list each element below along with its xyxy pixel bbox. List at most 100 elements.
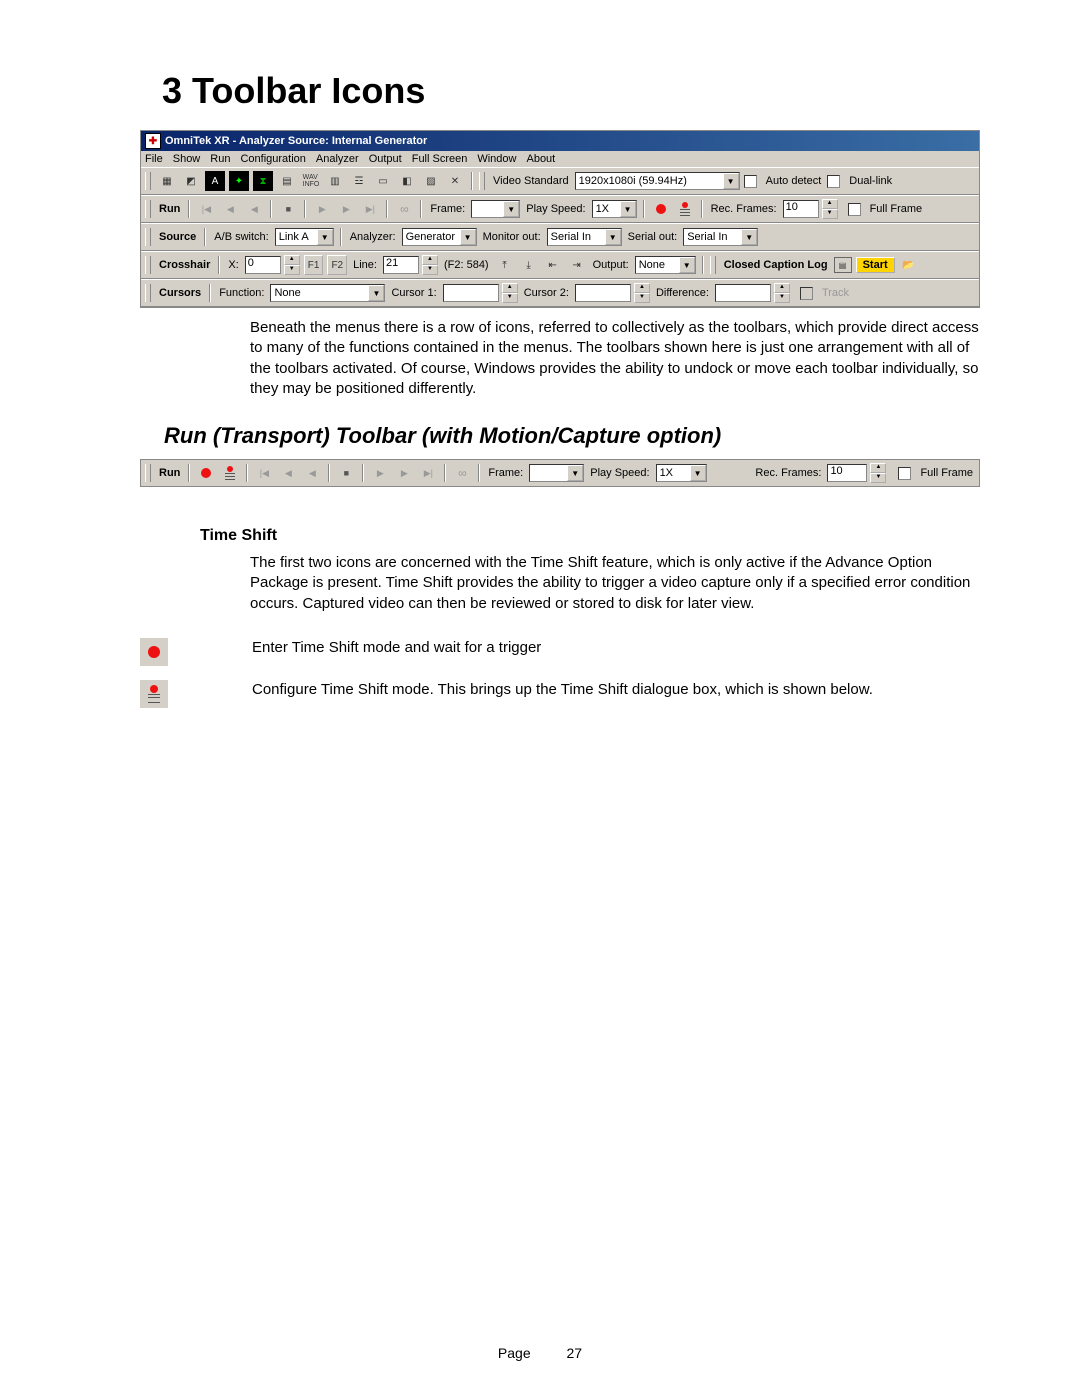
f2-button[interactable]: F2 [327, 255, 347, 275]
goto-start-icon[interactable] [254, 463, 274, 483]
tool-icon[interactable]: A [205, 171, 225, 191]
f1-button[interactable]: F1 [304, 255, 324, 275]
play-reverse-icon[interactable] [244, 199, 264, 219]
x-field[interactable]: 0 [245, 256, 281, 274]
frame-combo[interactable]: ▼ [471, 200, 520, 218]
paragraph-timeshift: The first two icons are concerned with t… [250, 553, 980, 614]
rec-frames-spinner[interactable]: ▲▼ [870, 463, 886, 483]
tool-icon[interactable]: ▥ [325, 171, 345, 191]
video-standard-combo[interactable]: 1920x1080i (59.94Hz)▼ [575, 172, 740, 190]
timeshift-config-icon[interactable] [675, 199, 695, 219]
x-label: X: [226, 259, 240, 271]
rec-frames-spinner[interactable]: ▲▼ [822, 199, 838, 219]
arrow-icon[interactable]: ⤒ [495, 255, 515, 275]
stop-icon[interactable] [336, 463, 356, 483]
monitor-out-combo[interactable]: Serial In▼ [547, 228, 622, 246]
chapter-heading: 3 Toolbar Icons [162, 70, 980, 112]
timeshift-config-icon[interactable] [220, 463, 240, 483]
cc-config-icon[interactable]: ▤ [834, 257, 852, 273]
x-spinner[interactable]: ▲▼ [284, 255, 300, 275]
stop-icon[interactable] [278, 199, 298, 219]
menu-file[interactable]: File [145, 153, 163, 165]
difference-field[interactable] [715, 284, 771, 302]
tool-icon[interactable]: ▭ [373, 171, 393, 191]
goto-start-icon[interactable] [196, 199, 216, 219]
source-toolbar: Source A/B switch: Link A▼ Analyzer: Gen… [141, 223, 979, 251]
full-frame-checkbox[interactable] [898, 467, 911, 480]
line-spinner[interactable]: ▲▼ [422, 255, 438, 275]
arrow-icon[interactable]: ⇥ [567, 255, 587, 275]
goto-end-icon[interactable] [418, 463, 438, 483]
tool-icon[interactable]: ▨ [421, 171, 441, 191]
tool-icon[interactable]: ▦ [157, 171, 177, 191]
step-back-icon[interactable] [278, 463, 298, 483]
menu-analyzer[interactable]: Analyzer [316, 153, 359, 165]
rec-frames-field[interactable]: 10 [783, 200, 819, 218]
arrow-icon[interactable]: ⇤ [543, 255, 563, 275]
app-screenshot: ✚ OmniTek XR - Analyzer Source: Internal… [140, 130, 980, 308]
grip-icon[interactable] [145, 200, 151, 218]
start-button[interactable]: Start [856, 257, 895, 273]
tool-icon[interactable]: ▤ [277, 171, 297, 191]
source-label: Source [157, 231, 198, 243]
step-back-icon[interactable] [220, 199, 240, 219]
play-icon[interactable] [312, 199, 332, 219]
line-field[interactable]: 21 [383, 256, 419, 274]
serial-out-combo[interactable]: Serial In▼ [683, 228, 758, 246]
menu-about[interactable]: About [526, 153, 555, 165]
play-speed-combo[interactable]: 1X▼ [656, 464, 707, 482]
grip-icon[interactable] [145, 256, 151, 274]
loop-icon[interactable] [452, 463, 472, 483]
grip-icon[interactable] [145, 284, 151, 302]
rec-frames-field[interactable]: 10 [827, 464, 867, 482]
grip-icon[interactable] [145, 464, 151, 482]
loop-icon[interactable] [394, 199, 414, 219]
track-checkbox[interactable] [800, 287, 813, 300]
menu-run[interactable]: Run [210, 153, 230, 165]
grip-icon[interactable] [710, 256, 716, 274]
tool-icon[interactable]: ☲ [349, 171, 369, 191]
auto-detect-checkbox[interactable] [744, 175, 757, 188]
play-reverse-icon[interactable] [302, 463, 322, 483]
record-icon[interactable] [196, 463, 216, 483]
grip-icon[interactable] [145, 172, 151, 190]
output-combo[interactable]: None▼ [635, 256, 696, 274]
cursor2-field[interactable] [575, 284, 631, 302]
tool-icon[interactable]: ◩ [181, 171, 201, 191]
play-speed-combo[interactable]: 1X▼ [592, 200, 637, 218]
ab-switch-combo[interactable]: Link A▼ [275, 228, 334, 246]
menu-window[interactable]: Window [477, 153, 516, 165]
goto-end-icon[interactable] [360, 199, 380, 219]
step-forward-icon[interactable] [336, 199, 356, 219]
frame-label: Frame: [428, 203, 467, 215]
grip-icon[interactable] [145, 228, 151, 246]
tool-icon[interactable]: WAVINFO [301, 171, 321, 191]
frame-combo[interactable]: ▼ [529, 464, 584, 482]
step-forward-icon[interactable] [394, 463, 414, 483]
dual-link-checkbox[interactable] [827, 175, 840, 188]
menu-fullscreen[interactable]: Full Screen [412, 153, 468, 165]
rec-frames-label: Rec. Frames: [709, 203, 779, 215]
play-icon[interactable] [370, 463, 390, 483]
menu-output[interactable]: Output [369, 153, 402, 165]
tool-icon[interactable]: ✦ [229, 171, 249, 191]
function-combo[interactable]: None▼ [270, 284, 385, 302]
analyzer-label: Analyzer: [348, 231, 398, 243]
cursor1-field[interactable] [443, 284, 499, 302]
cursor1-spinner[interactable]: ▲▼ [502, 283, 518, 303]
folder-open-icon[interactable]: 📂 [899, 255, 919, 275]
record-icon[interactable] [651, 199, 671, 219]
grip-icon[interactable] [479, 172, 485, 190]
title-bar: ✚ OmniTek XR - Analyzer Source: Internal… [141, 131, 979, 151]
cursor2-spinner[interactable]: ▲▼ [634, 283, 650, 303]
menu-show[interactable]: Show [173, 153, 201, 165]
difference-spinner[interactable]: ▲▼ [774, 283, 790, 303]
tool-icon[interactable]: ✕ [445, 171, 465, 191]
tool-icon[interactable]: ◧ [397, 171, 417, 191]
analyzer-combo[interactable]: Generator▼ [402, 228, 477, 246]
arrow-icon[interactable]: ⤓ [519, 255, 539, 275]
dual-link-label: Dual-link [847, 175, 894, 187]
menu-configuration[interactable]: Configuration [240, 153, 305, 165]
tool-icon[interactable]: ⧗ [253, 171, 273, 191]
full-frame-checkbox[interactable] [848, 203, 861, 216]
